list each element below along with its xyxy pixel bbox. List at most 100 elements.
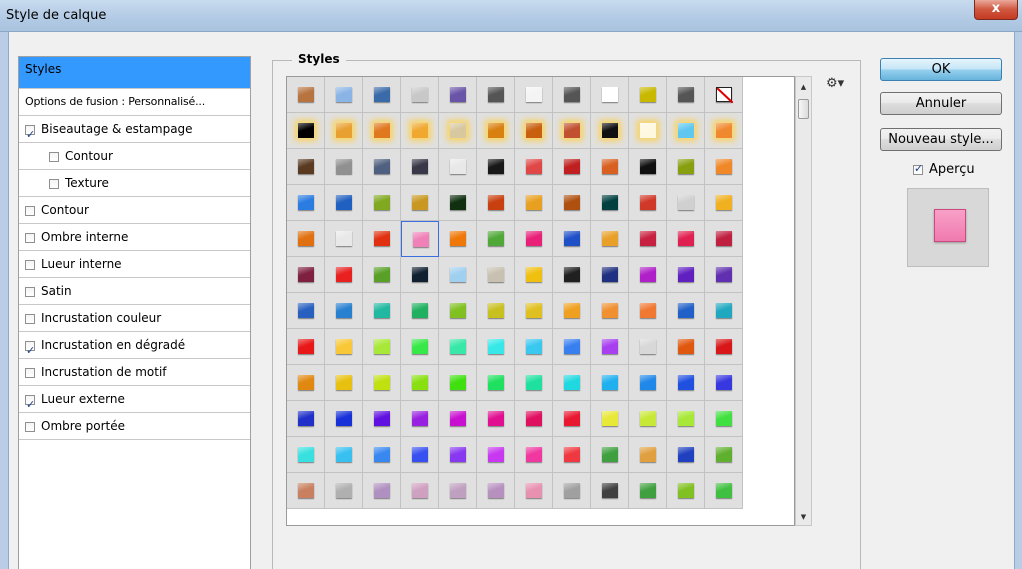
style-swatch-cell[interactable]	[401, 401, 439, 437]
effect-checkbox[interactable]	[25, 338, 35, 364]
style-swatch-cell[interactable]	[515, 293, 553, 329]
style-swatch-cell[interactable]	[553, 401, 591, 437]
style-swatch-cell[interactable]	[705, 329, 743, 365]
style-swatch-cell[interactable]	[401, 473, 439, 509]
style-swatch-cell[interactable]	[553, 221, 591, 257]
style-swatch-cell[interactable]	[439, 329, 477, 365]
style-swatch-cell[interactable]	[705, 293, 743, 329]
style-swatch-cell[interactable]	[629, 293, 667, 329]
style-swatch-cell[interactable]	[287, 473, 325, 509]
style-swatch-cell[interactable]	[477, 329, 515, 365]
style-swatch-cell[interactable]	[591, 185, 629, 221]
style-swatch-cell[interactable]	[287, 401, 325, 437]
style-swatch-cell[interactable]	[439, 365, 477, 401]
style-swatch-cell[interactable]	[325, 473, 363, 509]
style-swatch-cell[interactable]	[477, 437, 515, 473]
effect-item[interactable]: Lueur externe	[19, 386, 250, 418]
effect-checkbox[interactable]	[25, 422, 35, 432]
effect-checkbox[interactable]	[49, 179, 59, 189]
style-swatch-cell[interactable]	[515, 329, 553, 365]
effect-item[interactable]: Ombre portée	[19, 413, 250, 440]
style-swatch-cell[interactable]	[401, 293, 439, 329]
style-swatch-cell[interactable]	[477, 401, 515, 437]
style-swatch-cell[interactable]	[401, 185, 439, 221]
style-swatch-cell[interactable]	[325, 77, 363, 113]
style-swatch-cell[interactable]	[629, 365, 667, 401]
scroll-up-icon[interactable]: ▲	[799, 83, 808, 91]
style-swatch-cell[interactable]	[477, 113, 515, 149]
style-swatch-cell[interactable]	[401, 77, 439, 113]
style-swatch-cell[interactable]	[667, 185, 705, 221]
style-swatch-cell[interactable]	[591, 401, 629, 437]
style-swatch-cell[interactable]	[439, 149, 477, 185]
style-swatch-cell[interactable]	[515, 401, 553, 437]
style-swatch-cell[interactable]	[705, 473, 743, 509]
style-swatch-cell[interactable]	[287, 329, 325, 365]
style-swatch-cell[interactable]	[515, 221, 553, 257]
effect-item[interactable]: Incrustation en dégradé	[19, 332, 250, 364]
style-swatch-cell[interactable]	[553, 185, 591, 221]
style-swatch-cell[interactable]	[705, 437, 743, 473]
style-swatch-cell[interactable]	[591, 77, 629, 113]
style-swatch-cell[interactable]	[401, 329, 439, 365]
style-swatch-cell[interactable]	[667, 401, 705, 437]
style-swatch-cell[interactable]	[325, 149, 363, 185]
style-swatch-cell[interactable]	[287, 221, 325, 257]
cancel-button[interactable]: Annuler	[880, 92, 1002, 115]
effect-item[interactable]: Satin	[19, 278, 250, 305]
effect-checkbox[interactable]	[25, 392, 35, 418]
style-swatch-cell[interactable]	[363, 473, 401, 509]
style-swatch-cell[interactable]	[629, 329, 667, 365]
style-swatch-cell[interactable]	[629, 257, 667, 293]
style-swatch-cell[interactable]	[591, 329, 629, 365]
style-swatch-cell[interactable]	[439, 473, 477, 509]
style-swatch-cell[interactable]	[515, 185, 553, 221]
styles-header-item[interactable]: Styles	[19, 57, 250, 89]
style-swatch-cell[interactable]	[325, 293, 363, 329]
style-swatch-cell[interactable]	[515, 149, 553, 185]
style-swatch-cell[interactable]	[705, 257, 743, 293]
style-swatch-cell[interactable]	[667, 257, 705, 293]
style-swatch-cell[interactable]	[591, 113, 629, 149]
style-swatch-cell[interactable]	[287, 293, 325, 329]
effect-checkbox[interactable]	[25, 260, 35, 270]
effect-checkbox[interactable]	[25, 233, 35, 243]
style-swatch-cell[interactable]	[439, 257, 477, 293]
style-swatch-cell[interactable]	[325, 365, 363, 401]
style-swatch-cell[interactable]	[705, 113, 743, 149]
style-swatch-cell[interactable]	[363, 221, 401, 257]
style-swatch-cell[interactable]	[705, 401, 743, 437]
style-swatch-cell[interactable]	[591, 473, 629, 509]
style-swatch-cell[interactable]	[287, 149, 325, 185]
effect-item[interactable]: Contour	[19, 143, 250, 170]
style-swatch-cell[interactable]	[287, 257, 325, 293]
effect-item[interactable]: Texture	[19, 170, 250, 197]
style-swatch-cell[interactable]	[439, 77, 477, 113]
ok-button[interactable]: OK	[880, 58, 1002, 81]
effect-checkbox[interactable]	[25, 368, 35, 378]
style-swatch-cell[interactable]	[553, 293, 591, 329]
style-swatch-cell[interactable]	[629, 401, 667, 437]
effect-checkbox[interactable]	[49, 152, 59, 162]
effect-item[interactable]: Biseautage & estampage	[19, 116, 250, 148]
style-swatch-cell[interactable]	[667, 365, 705, 401]
style-swatch-cell[interactable]	[401, 257, 439, 293]
style-swatch-cell[interactable]	[591, 293, 629, 329]
style-swatch-cell[interactable]	[477, 77, 515, 113]
blend-options-item[interactable]: Options de fusion : Personnalisé...	[19, 89, 250, 116]
effect-checkbox[interactable]	[25, 122, 35, 148]
style-swatch-cell[interactable]	[287, 365, 325, 401]
close-button[interactable]: x	[974, 0, 1018, 20]
style-swatch-cell[interactable]	[629, 473, 667, 509]
style-swatch-cell[interactable]	[705, 221, 743, 257]
style-swatch-cell[interactable]	[363, 437, 401, 473]
style-swatch-cell[interactable]	[363, 149, 401, 185]
style-swatch-cell[interactable]	[287, 437, 325, 473]
style-swatch-cell[interactable]	[439, 185, 477, 221]
style-swatch-cell[interactable]	[591, 437, 629, 473]
style-swatch-cell[interactable]	[553, 77, 591, 113]
style-swatch-cell[interactable]	[629, 221, 667, 257]
style-swatch-cell[interactable]	[591, 149, 629, 185]
style-swatch-cell[interactable]	[515, 257, 553, 293]
effect-item[interactable]: Ombre interne	[19, 224, 250, 251]
